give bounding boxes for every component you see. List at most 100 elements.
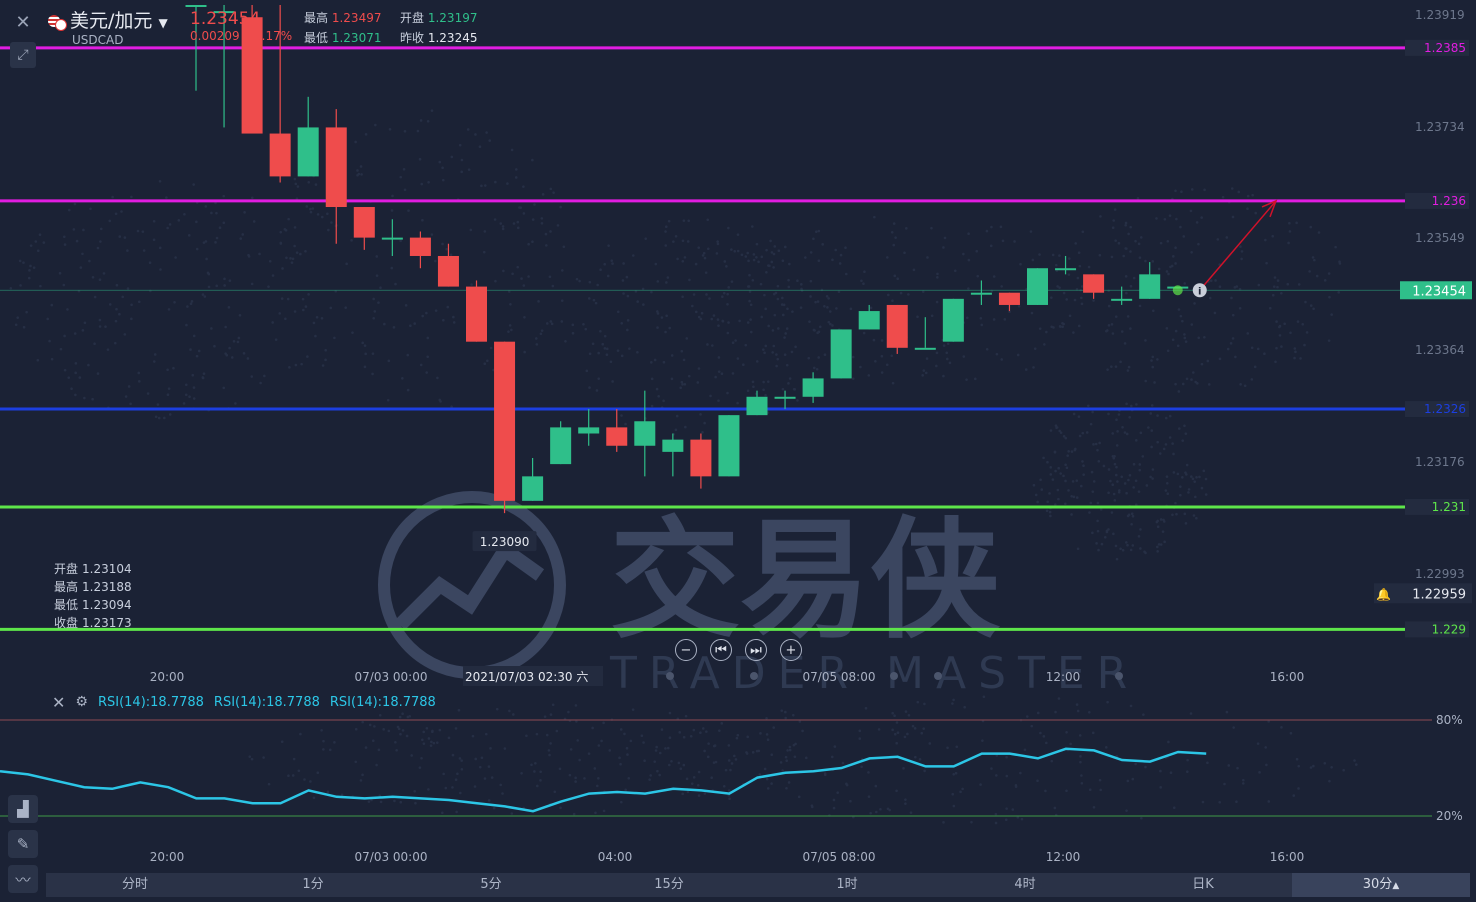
map-dot [1179, 485, 1182, 488]
map-dot [603, 262, 606, 266]
event-marker [934, 672, 942, 680]
expand-icon[interactable]: ⤢ [10, 42, 36, 68]
map-dot [126, 287, 130, 290]
map-dot [541, 193, 545, 196]
line-chart-icon[interactable]: 〰 [8, 865, 38, 893]
scroll-end-button[interactable]: ⏭ [745, 639, 767, 661]
map-dot [1065, 298, 1068, 301]
map-dot [1127, 365, 1131, 369]
map-dot [702, 251, 706, 255]
map-dot [907, 293, 910, 296]
map-dot [790, 350, 794, 354]
map-dot [1226, 347, 1230, 351]
map-dot [1029, 230, 1033, 233]
map-dot [867, 795, 871, 798]
map-dot [1058, 324, 1062, 328]
map-dot [98, 325, 102, 328]
map-dot [167, 387, 171, 390]
map-dot [1062, 291, 1066, 295]
map-dot [670, 354, 674, 357]
map-dot [394, 740, 397, 744]
map-dot [1203, 188, 1206, 192]
tab-1hour[interactable]: 1时 [758, 873, 936, 897]
rsi-label-3: RSI(14):18.7788 [329, 694, 436, 710]
map-dot [1354, 763, 1358, 766]
map-dot [63, 243, 67, 246]
map-dot [715, 252, 719, 255]
map-dot [1094, 442, 1098, 446]
map-dot [1213, 311, 1217, 315]
map-dot [420, 756, 423, 760]
map-dot [816, 331, 819, 335]
map-dot [726, 303, 729, 306]
tab-30min[interactable]: 30分▲ [1292, 873, 1470, 897]
price-axis-label: 1.23176 [1415, 455, 1465, 469]
gear-icon[interactable]: ⚙ [75, 694, 88, 710]
map-dot [880, 339, 884, 342]
map-dot [1075, 703, 1079, 706]
map-dot [148, 261, 152, 264]
tab-5min[interactable]: 5分 [402, 873, 580, 897]
map-dot [587, 297, 591, 300]
map-dot [1115, 444, 1119, 447]
map-dot [405, 734, 409, 738]
zoom-in-button[interactable]: + [780, 639, 802, 661]
map-dot [452, 321, 456, 324]
map-dot [712, 744, 716, 748]
map-dot [399, 732, 402, 736]
price-chart[interactable]: 交易侠TRADER MASTER 1.239191.237341.235491.… [0, 0, 1476, 902]
tab-1min[interactable]: 1分 [224, 873, 402, 897]
map-dot [922, 727, 926, 730]
map-dot [703, 749, 706, 753]
map-dot [584, 327, 588, 331]
map-dot [561, 269, 564, 272]
map-dot [1045, 509, 1049, 513]
rsi-time-axis-label: 16:00 [1270, 850, 1305, 864]
map-dot [549, 187, 553, 191]
map-dot [935, 351, 939, 355]
indicator-tool-icon[interactable]: ▟ [8, 795, 38, 823]
map-dot [484, 732, 488, 736]
map-dot [874, 784, 878, 788]
tab-daily[interactable]: 日K [1114, 873, 1292, 897]
tab-4hour[interactable]: 4时 [936, 873, 1114, 897]
tab-timeshare[interactable]: 分时 [46, 873, 224, 897]
map-dot [936, 276, 939, 279]
map-dot [63, 235, 66, 239]
map-dot [230, 356, 234, 359]
map-dot [378, 713, 382, 717]
map-dot [1129, 284, 1133, 288]
map-dot [1186, 758, 1189, 762]
map-dot [1312, 764, 1315, 768]
map-dot [166, 368, 169, 372]
map-dot [752, 385, 755, 389]
map-dot [686, 790, 690, 794]
map-dot [1046, 460, 1049, 464]
time-axis-label: 07/03 00:00 [355, 670, 428, 684]
map-dot [1069, 742, 1072, 746]
map-dot [1265, 763, 1268, 767]
map-dot [1203, 335, 1206, 339]
map-dot [450, 155, 454, 159]
map-dot [1005, 807, 1008, 810]
map-dot [1129, 250, 1132, 253]
map-dot [1125, 432, 1129, 436]
close-rsi-icon[interactable]: ✕ [52, 693, 65, 712]
map-dot [758, 773, 762, 776]
map-dot [631, 708, 635, 711]
tab-15min[interactable]: 15分 [580, 873, 758, 897]
map-dot [1231, 337, 1235, 340]
map-dot [1095, 542, 1098, 545]
scroll-start-button[interactable]: ⏮ [710, 639, 732, 661]
map-dot [1186, 770, 1189, 774]
close-icon[interactable]: ✕ [10, 9, 36, 35]
pencil-icon[interactable]: ✎ [8, 830, 38, 858]
map-dot [681, 383, 684, 386]
zoom-out-button[interactable]: − [675, 639, 697, 661]
map-dot [860, 765, 863, 769]
map-dot [1043, 343, 1046, 346]
map-dot [547, 749, 551, 752]
symbol-selector[interactable]: 美元/加元 ▼ [48, 6, 168, 33]
map-dot [1275, 320, 1278, 323]
map-dot [1138, 256, 1142, 259]
